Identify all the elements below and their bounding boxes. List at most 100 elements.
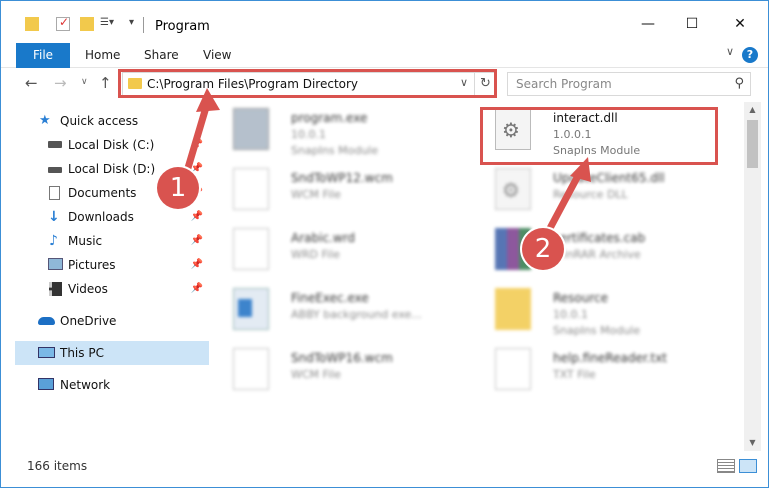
file-version: 10.0.1 — [291, 128, 326, 141]
sidebar-item-pictures[interactable]: Pictures 📌 — [15, 253, 209, 277]
file-item-fineexec[interactable]: FineExec.exe ABBY background exe... — [219, 282, 459, 340]
chevron-down-icon[interactable]: ∨ — [726, 45, 734, 58]
file-type: WinRAR Archive — [553, 248, 641, 261]
sidebar-item-music[interactable]: ♪ Music 📌 — [15, 229, 209, 253]
sidebar-item-label: Network — [60, 378, 111, 392]
tab-view[interactable]: View — [203, 43, 231, 68]
address-bar-highlight — [118, 69, 497, 98]
sidebar-item-onedrive[interactable]: OneDrive — [15, 309, 209, 333]
file-type: TXT File — [553, 368, 596, 381]
close-button[interactable]: ✕ — [717, 13, 763, 35]
sidebar-item-local-disk-c[interactable]: Local Disk (C:) 📌 — [15, 133, 209, 157]
text-file-icon — [495, 348, 531, 390]
pin-icon: 📌 — [190, 235, 203, 246]
sidebar-item-label: Quick access — [60, 114, 139, 128]
search-box[interactable]: ⚲ — [507, 72, 751, 96]
tab-home[interactable]: Home — [85, 43, 120, 68]
sidebar-item-label: Local Disk (C:) — [68, 138, 155, 152]
computer-icon — [38, 347, 55, 358]
file-type: WCM File — [291, 188, 341, 201]
videos-icon — [49, 282, 62, 296]
file-icon — [233, 348, 269, 390]
search-icon[interactable]: ⚲ — [734, 76, 744, 91]
file-item-updateclient[interactable]: ⚙ UpdateClient65.dll Resource DLL — [481, 162, 721, 220]
pin-icon: 📌 — [190, 139, 203, 150]
file-name: SndToWP16.wcm — [291, 351, 393, 365]
file-item-resource[interactable]: Resource 10.0.1 SnapIns Module — [481, 282, 721, 340]
sidebar-item-label: OneDrive — [60, 314, 117, 328]
properties-icon[interactable]: ✓ — [56, 15, 70, 31]
file-name: help.fineReader.txt — [553, 351, 667, 365]
file-version: 10.0.1 — [553, 308, 588, 321]
forward-arrow-icon[interactable]: → — [54, 74, 67, 92]
maximize-button[interactable]: ☐ — [669, 13, 715, 35]
file-item-help-txt[interactable]: help.fineReader.txt TXT File — [481, 342, 721, 400]
tab-file[interactable]: File — [16, 43, 70, 68]
scrollbar-thumb[interactable] — [747, 120, 758, 168]
dll-gear-icon: ⚙ — [495, 168, 531, 210]
file-description: SnapIns Module — [291, 144, 379, 157]
file-name: certificates.cab — [553, 231, 646, 245]
sidebar-item-label: Downloads — [68, 210, 134, 224]
pin-icon: 📌 — [190, 211, 203, 222]
large-icons-view-icon[interactable] — [739, 459, 757, 473]
recent-chevron-icon[interactable]: ∨ — [81, 77, 88, 87]
file-item-sndtowp12[interactable]: SndToWP12.wcm WCM File — [219, 162, 459, 220]
step-marker-2: 2 — [522, 228, 564, 270]
new-folder-icon[interactable] — [80, 17, 94, 31]
help-icon[interactable]: ? — [742, 47, 758, 63]
minimize-button[interactable]: — — [625, 13, 671, 35]
scroll-down-icon[interactable]: ▼ — [744, 435, 761, 451]
file-name: SndToWP12.wcm — [291, 171, 393, 185]
back-arrow-icon[interactable]: ← — [25, 74, 38, 92]
cloud-icon — [38, 317, 55, 325]
file-name: Resource — [553, 291, 609, 305]
file-description: SnapIns Module — [553, 324, 641, 337]
vertical-scrollbar[interactable]: ▲ ▼ — [744, 102, 761, 451]
exe-file-icon — [233, 108, 269, 150]
file-name: program.exe — [291, 111, 368, 125]
file-type: Resource DLL — [553, 188, 628, 201]
file-item-sndtowp16[interactable]: SndToWP16.wcm WCM File — [219, 342, 459, 400]
file-item-arabic-wrd[interactable]: Arabic.wrd WRD File — [219, 222, 459, 280]
file-icon — [233, 168, 269, 210]
search-input[interactable] — [508, 73, 723, 95]
sidebar-item-this-pc[interactable]: This PC — [15, 341, 209, 365]
sidebar-item-videos[interactable]: Videos 📌 — [15, 277, 209, 301]
star-icon: ★ — [39, 113, 51, 128]
pictures-icon — [48, 258, 63, 270]
tab-share[interactable]: Share — [144, 43, 179, 68]
window-title: Program — [155, 19, 210, 34]
scroll-up-icon[interactable]: ▲ — [744, 102, 761, 118]
file-name: FineExec.exe — [291, 291, 369, 305]
chevron-down-icon[interactable]: ▾ — [129, 17, 134, 35]
pin-icon: 📌 — [190, 283, 203, 294]
file-type: WRD File — [291, 248, 340, 261]
file-type: ABBY background exe... — [291, 308, 422, 321]
folder-icon — [495, 288, 531, 330]
file-item-certificates-cab[interactable]: certificates.cab WinRAR Archive — [481, 222, 721, 280]
details-view-icon[interactable] — [717, 459, 735, 473]
customize-qa-icon[interactable]: ☰▾ — [100, 17, 120, 31]
title-bar: ✓ ☰▾ ▾ Program — ☐ ✕ — [1, 1, 768, 41]
documents-icon — [49, 186, 60, 200]
exe-file-icon — [233, 288, 269, 330]
item-count: 166 items — [27, 459, 88, 473]
drive-icon — [48, 167, 62, 173]
sidebar-item-label: This PC — [60, 346, 104, 360]
up-arrow-icon[interactable]: ↑ — [99, 74, 112, 92]
download-icon: ↓ — [48, 209, 60, 225]
file-item-program-exe[interactable]: program.exe 10.0.1 SnapIns Module — [219, 102, 459, 160]
sidebar-item-quick-access[interactable]: ★ Quick access — [15, 109, 209, 133]
sidebar-item-label: Documents — [68, 186, 137, 200]
sidebar-item-network[interactable]: Network — [15, 373, 209, 397]
sidebar-item-label: Local Disk (D:) — [68, 162, 156, 176]
file-type: WCM File — [291, 368, 341, 381]
file-icon — [233, 228, 269, 270]
title-divider — [143, 17, 144, 33]
folder-icon — [25, 17, 39, 31]
file-name: UpdateClient65.dll — [553, 171, 665, 185]
music-icon: ♪ — [49, 233, 58, 249]
step-marker-1: 1 — [157, 167, 199, 209]
drive-icon — [48, 141, 62, 148]
